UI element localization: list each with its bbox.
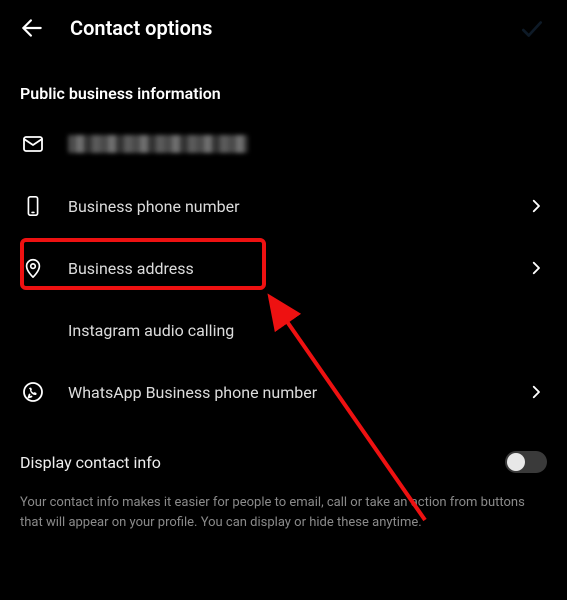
row-whatsapp[interactable]: WhatsApp Business phone number (0, 361, 567, 423)
mail-icon (20, 131, 46, 157)
row-audio-calling[interactable]: Instagram audio calling (0, 299, 567, 361)
row-label-phone: Business phone number (68, 197, 503, 216)
toggle-knob (507, 453, 525, 471)
display-contact-info-row: Display contact info (0, 423, 567, 487)
chevron-right-icon (525, 195, 547, 217)
back-arrow-icon (19, 15, 45, 41)
display-contact-info-label: Display contact info (20, 453, 161, 472)
section-title: Public business information (0, 56, 567, 113)
display-contact-info-toggle[interactable] (505, 451, 547, 473)
page-title: Contact options (70, 16, 212, 40)
email-value-redacted (68, 135, 248, 153)
phone-icon (20, 193, 46, 219)
row-address[interactable]: Business address (0, 237, 567, 299)
row-label-whatsapp: WhatsApp Business phone number (68, 383, 503, 402)
check-icon (519, 16, 545, 42)
row-label-audio: Instagram audio calling (68, 321, 547, 340)
row-phone[interactable]: Business phone number (0, 175, 567, 237)
header: Contact options (0, 0, 567, 56)
spacer-icon (20, 317, 46, 343)
footer-text: Your contact info makes it easier for pe… (0, 487, 567, 552)
row-email[interactable] (0, 113, 567, 175)
chevron-right-icon (525, 381, 547, 403)
chevron-right-icon (525, 257, 547, 279)
location-pin-icon (20, 255, 46, 281)
whatsapp-icon (20, 379, 46, 405)
confirm-button[interactable] (519, 16, 545, 42)
row-label-address: Business address (68, 259, 503, 278)
back-button[interactable] (18, 14, 46, 42)
